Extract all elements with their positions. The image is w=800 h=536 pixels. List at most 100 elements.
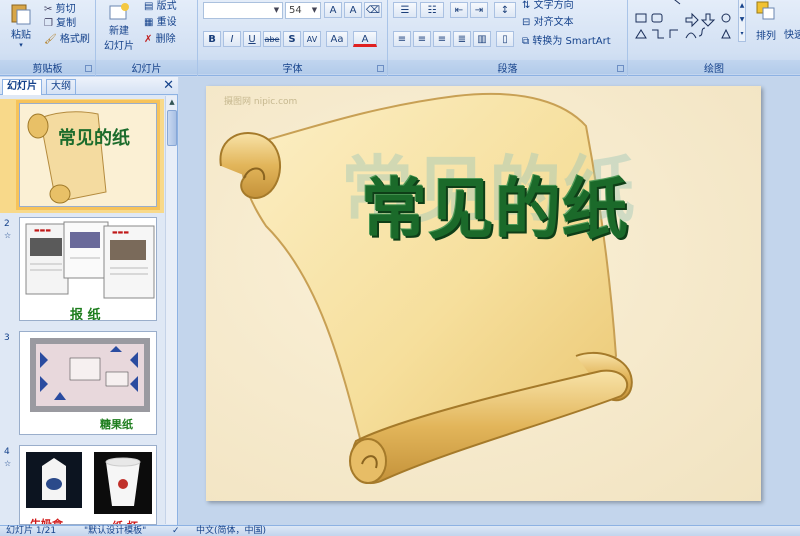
strikethrough-label: abe [264,35,280,44]
slide-thumbnail-3[interactable]: 糖果纸 [19,331,157,435]
font-launcher[interactable] [377,65,384,72]
columns-button[interactable]: ▯ [496,31,514,47]
align-left-button[interactable]: ≡ [393,31,411,47]
star-shape-icon[interactable] [721,28,731,39]
font-name-combo[interactable]: ▼ [203,2,283,19]
slide-number: 3 [4,333,10,343]
slide-canvas[interactable]: 摄图网 nipic.com 常见的纸 常见的纸 [206,86,761,501]
slide-thumbnail-1[interactable]: 常见的纸 [16,100,160,210]
bullets-button[interactable]: ☰ [393,2,417,18]
elbow-connector-icon[interactable] [652,29,664,39]
arrange-icon [756,1,775,20]
triangle-shape-icon[interactable] [635,29,647,39]
smartart-label: 转换为 SmartArt [532,36,611,47]
quick-styles-button[interactable]: 快速 [784,26,800,41]
underline-button[interactable]: U [243,31,261,47]
arrange-label: 排列 [756,31,776,42]
slide-thumbnail-2[interactable]: ▬▬▬ ▬▬▬ 报 纸 [19,217,157,321]
quick-styles-label: 快速 [784,30,800,41]
tab-outline[interactable]: 大纲 [46,79,76,95]
reset-button[interactable]: ▦ 重设 [144,13,177,28]
slide-count: 幻灯片 1/21 [6,526,57,536]
layout-icon: ▤ [144,1,154,12]
slide-number: 2 [4,219,10,229]
shrink-font-button[interactable]: A [344,2,362,18]
right-arrow-shape-icon[interactable] [685,12,699,28]
paragraph-launcher[interactable] [617,65,624,72]
increase-indent-button[interactable]: ⇥ [470,2,488,18]
convert-smartart-button[interactable]: ⧉ 转换为 SmartArt [522,32,611,47]
paragraph-group: ☰ ☷ ⇤ ⇥ ↕ ⇅ 文字方向 ⊟ 对齐文本 ⧉ 转换为 SmartArt ≡… [388,0,628,76]
spell-check-icon[interactable]: ✓ [172,526,180,536]
shapes-gallery-scroll[interactable]: ▲ ▼ ▾ [738,0,746,42]
language[interactable]: 中文(简体，中国) [196,526,266,536]
connector-icon[interactable] [669,29,678,38]
indent-icon: ⇥ [474,5,484,16]
strikethrough-button[interactable]: abe [263,31,281,47]
reset-label: 重设 [156,17,177,28]
slide-number: 4 [4,447,10,457]
align-center-icon: ≡ [417,34,427,45]
down-arrow-shape-icon[interactable] [700,13,716,27]
copy-button[interactable]: ❐ 复制 [44,14,76,29]
font-name-dropdown-icon[interactable]: ▼ [271,3,282,18]
cut-button[interactable]: ✂ 剪切 [44,0,76,15]
numbering-button[interactable]: ☷ [420,2,444,18]
panel-scrollbar[interactable]: ▲ [165,96,177,524]
slide-thumbnail-4[interactable]: 牛奶盒 纸 杯 [19,445,157,525]
layout-button[interactable]: ▤ 版式 [144,0,177,12]
drawing-group-label: 绘图 [628,60,800,75]
new-slide-icon [109,3,129,20]
brush-icon: 🖌 [44,34,57,45]
char-spacing-button[interactable]: AV [303,31,321,47]
paste-dropdown-arrow[interactable]: ▾ [6,41,36,49]
line-spacing-button[interactable]: ↕ [494,2,516,18]
slide-animation-icon: ☆ [4,231,12,240]
tab-slides[interactable]: 幻灯片 [2,79,42,95]
arrange-button[interactable]: 排列 [752,0,780,42]
decrease-indent-button[interactable]: ⇤ [450,2,468,18]
grow-font-button[interactable]: A [324,2,342,18]
text-direction-button[interactable]: ⇅ 文字方向 [522,0,574,11]
clear-format-button[interactable]: ⌫ [364,2,382,18]
delete-button[interactable]: ✗ 删除 [144,30,176,45]
line-shape-icon[interactable] [670,0,681,5]
align-right-button[interactable]: ≡ [433,31,451,47]
char-spacing-label: AV [306,35,318,44]
rectangle-shape-icon[interactable] [635,13,647,23]
format-painter-button[interactable]: 🖌 格式刷 [44,30,90,45]
outdent-icon: ⇤ [454,5,464,16]
font-group-label: 字体 [198,60,387,75]
shadow-button[interactable]: S [283,31,301,47]
slide-3-caption: 糖果纸 [100,418,133,431]
justify-button[interactable]: ≣ [453,31,471,47]
columns-icon: ▯ [502,34,508,45]
align-center-button[interactable]: ≡ [413,31,431,47]
oval-shape-icon[interactable] [721,13,731,23]
distribute-button[interactable]: ▥ [473,31,491,47]
change-case-label: Aa [330,34,344,45]
underline-label: U [248,34,256,45]
change-case-button[interactable]: Aa [326,31,348,47]
italic-button[interactable]: I [223,31,241,47]
shapes-gallery[interactable] [634,0,744,44]
bold-button[interactable]: B [203,31,221,47]
clipboard-launcher[interactable] [85,65,92,72]
font-size-dropdown-icon[interactable]: ▼ [309,3,320,18]
rounded-rectangle-shape-icon[interactable] [651,13,663,23]
new-slide-button[interactable]: 新建 幻灯片 [102,2,136,52]
delete-label: 删除 [155,34,176,45]
close-icon[interactable]: ✕ [163,78,174,93]
paste-button[interactable]: 粘贴 ▾ [6,2,36,49]
copy-icon: ❐ [44,18,53,29]
font-size-combo[interactable]: 54 ▼ [285,2,321,19]
slides-panel: 幻灯片 大纲 ✕ 1 常见的纸 2 ☆ ▬▬▬ ▬▬▬ 报 纸 3 [0,77,178,525]
brace-shape-icon[interactable] [698,27,706,37]
slide-title[interactable]: 常见的纸 [361,156,629,252]
scroll-thumb[interactable] [167,110,177,146]
arc-shape-icon[interactable] [685,32,697,39]
scroll-up-icon[interactable]: ▲ [166,96,178,108]
font-color-button[interactable]: A [353,31,377,47]
slide-4-caption-b: 纸 杯 [112,518,138,524]
align-text-button[interactable]: ⊟ 对齐文本 [522,13,574,28]
